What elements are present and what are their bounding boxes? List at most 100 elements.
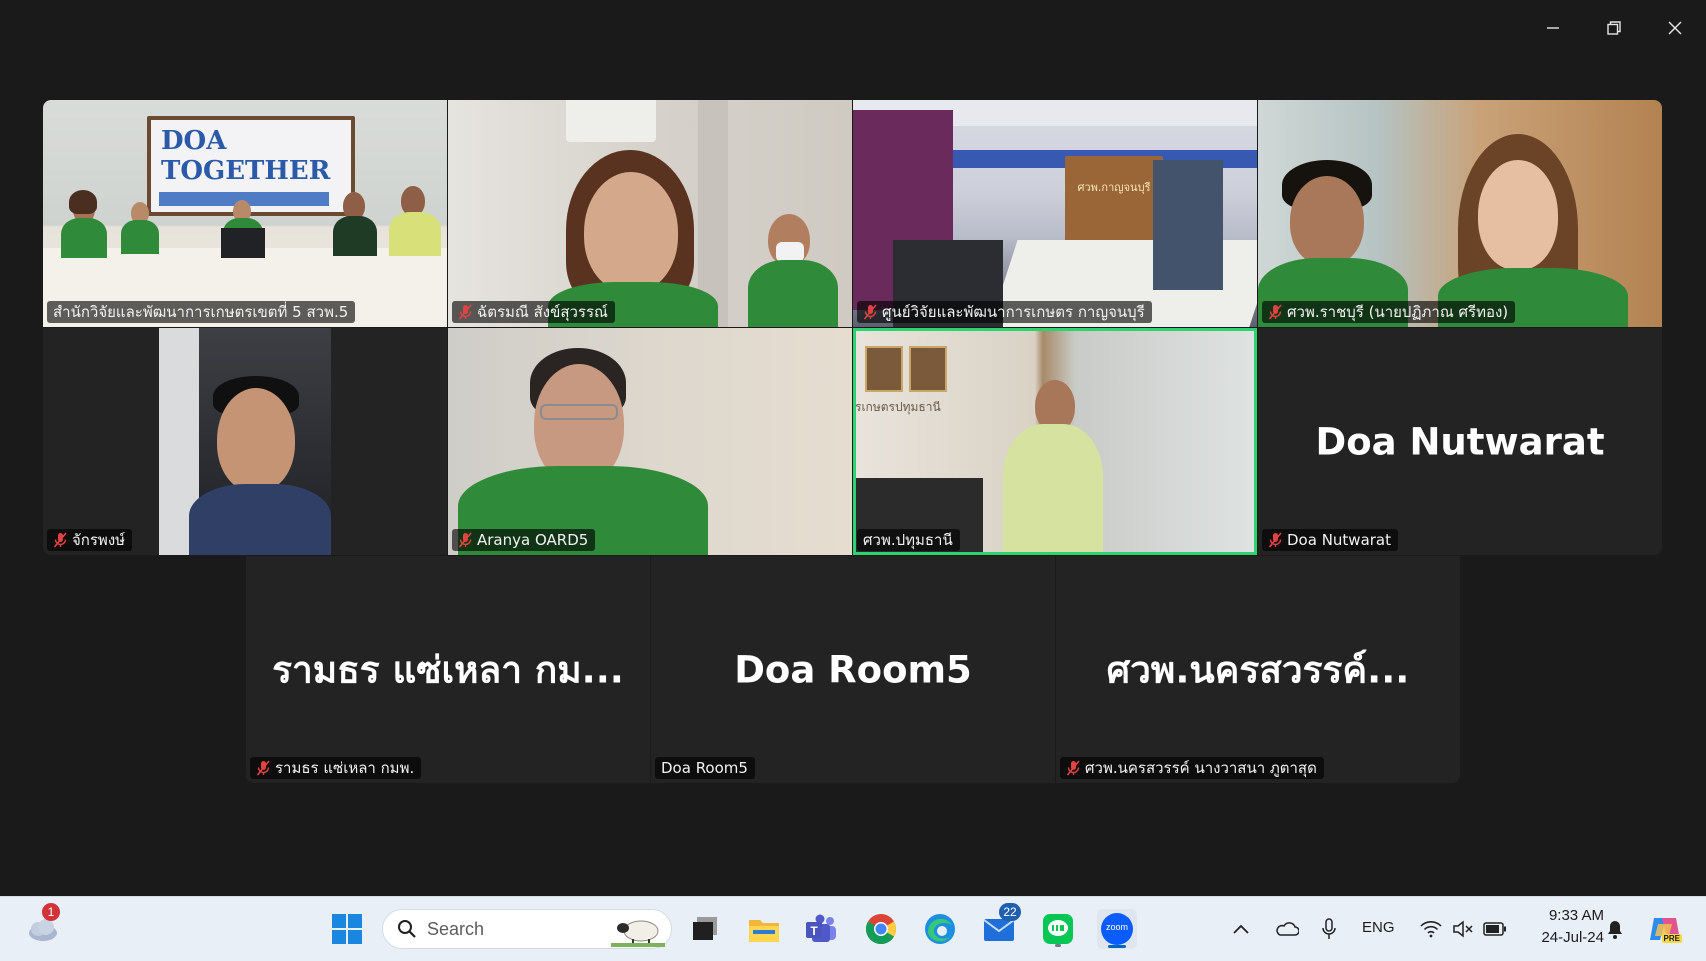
edge-button[interactable]: [920, 909, 960, 949]
participant-name-tag: ศวพ.ราชบุรี (นายปฏิภาณ ศรีทอง): [1262, 301, 1516, 323]
participant-display-name: ศวพ.นครสวรรค์...: [1106, 648, 1410, 691]
file-explorer-icon: [749, 920, 779, 942]
video-tile[interactable]: ฉัตรมณี สังข์สุวรรณ์: [448, 100, 852, 327]
active-speaker-border: [853, 328, 1257, 555]
participant-name: Doa Room5: [661, 759, 748, 777]
video-tile[interactable]: ศวพ.นครสวรรค์... ศวพ.นครสวรรค์ นางวาสนา …: [1056, 556, 1460, 783]
input-language-indicator[interactable]: ENG: [1362, 919, 1395, 936]
video-tile[interactable]: DOA TOGETHER สำนักวิจัยและพัฒนาการเกษตรเ…: [43, 100, 447, 327]
participant-display-name: Doa Nutwarat: [1315, 420, 1605, 463]
wall-poster: DOA TOGETHER: [147, 116, 355, 216]
wall-sign: ศวพ.กาญจนบุรี: [1077, 181, 1151, 194]
line-button[interactable]: [1038, 909, 1078, 949]
task-view-button[interactable]: [685, 909, 725, 949]
clock-date: 24-Jul-24: [1541, 929, 1604, 946]
participant-video: [448, 328, 852, 555]
participant-video: [448, 100, 852, 327]
mic-muted-icon: [458, 304, 472, 320]
bell-icon: [1608, 921, 1622, 939]
clock[interactable]: 9:33 AM 24-Jul-24: [1520, 905, 1610, 953]
onedrive-cloud-icon: [1276, 922, 1299, 936]
participant-name-tag: รามธร แซ่เหลา กมพ.: [250, 757, 422, 779]
chevron-up-icon: [1233, 924, 1249, 934]
participant-name: ศวพ.นครสวรรค์ นางวาสนา ภูตาสุด: [1085, 759, 1317, 777]
running-indicator: [1055, 944, 1061, 947]
battery-icon: [1483, 922, 1506, 936]
mail-button[interactable]: 22: [979, 903, 1021, 949]
participant-display-name: Doa Room5: [734, 648, 972, 691]
participant-display-name: รามธร แซ่เหลา กม...: [272, 648, 624, 691]
video-tile[interactable]: Aranya OARD5: [448, 328, 852, 555]
volume-button[interactable]: [1448, 909, 1478, 949]
zoom-button[interactable]: zoom: [1097, 909, 1137, 949]
video-tile[interactable]: Doa Nutwarat Doa Nutwarat: [1258, 328, 1662, 555]
active-app-indicator: [1108, 945, 1126, 948]
search-highlight-sheep-icon: [611, 920, 665, 947]
battery-button[interactable]: [1480, 909, 1510, 949]
participant-name: ศูนย์วิจัยและพัฒนาการเกษตร กาญจนบุรี: [882, 303, 1145, 321]
taskbar-search-box[interactable]: Search: [382, 909, 672, 949]
close-icon: [1668, 21, 1682, 35]
participant-name-tag: Aranya OARD5: [452, 529, 596, 551]
video-tile-active-speaker[interactable]: รเกษตรปทุมธานี ศวพ.ปทุมธานี: [853, 328, 1257, 555]
notifications-button[interactable]: [1598, 909, 1632, 949]
line-icon: [1043, 914, 1073, 944]
mic-muted-icon: [1066, 760, 1080, 776]
file-explorer-button[interactable]: [744, 909, 784, 949]
participant-name: จักรพงษ์: [72, 531, 126, 549]
participant-name: ฉัตรมณี สังข์สุวรรณ์: [477, 303, 608, 321]
minimize-icon: [1547, 27, 1559, 29]
video-tile[interactable]: Doa Room5 Doa Room5: [651, 556, 1055, 783]
restore-icon: [1607, 21, 1621, 35]
participant-name: Doa Nutwarat: [1287, 531, 1391, 549]
participant-name-tag: จักรพงษ์: [47, 529, 133, 551]
weather-widget[interactable]: 1: [22, 903, 62, 949]
mic-muted-icon: [863, 304, 877, 320]
restore-button[interactable]: [1592, 10, 1636, 46]
unread-mail-badge: 22: [999, 903, 1021, 921]
participant-name-tag: ศวพ.นครสวรรค์ นางวาสนา ภูตาสุด: [1060, 757, 1324, 779]
mic-muted-icon: [1268, 304, 1282, 320]
mic-muted-icon: [256, 760, 270, 776]
start-button[interactable]: [327, 909, 367, 949]
participant-video: [43, 328, 447, 555]
mic-muted-icon: [458, 532, 472, 548]
participant-video: DOA TOGETHER: [43, 100, 447, 327]
participant-name-tag: Doa Room5: [655, 757, 755, 779]
poster-title: DOA TOGETHER: [161, 126, 331, 186]
video-tile[interactable]: รามธร แซ่เหลา กม... รามธร แซ่เหลา กมพ.: [246, 556, 650, 783]
clock-time: 9:33 AM: [1548, 907, 1604, 924]
mic-muted-icon: [1268, 532, 1282, 548]
show-hidden-icons-button[interactable]: [1226, 909, 1256, 949]
video-tile[interactable]: ศวพ.ราชบุรี (นายปฏิภาณ ศรีทอง): [1258, 100, 1662, 327]
teams-button[interactable]: T: [802, 909, 842, 949]
notification-badge: 1: [42, 903, 60, 921]
search-placeholder: Search: [427, 918, 485, 939]
participant-name: Aranya OARD5: [477, 531, 589, 549]
zoom-icon-label: zoom: [1105, 922, 1128, 932]
participant-name-tag: ฉัตรมณี สังข์สุวรรณ์: [452, 301, 615, 323]
chrome-icon: [865, 914, 897, 945]
windows-start-icon: [332, 914, 362, 944]
search-icon: [398, 920, 416, 938]
participant-name: ศวพ.ราชบุรี (นายปฏิภาณ ศรีทอง): [1287, 303, 1509, 321]
onedrive-button[interactable]: [1270, 909, 1304, 949]
svg-text:T: T: [810, 924, 818, 938]
edge-icon: [925, 914, 955, 944]
wifi-button[interactable]: [1416, 909, 1446, 949]
copilot-button[interactable]: PRE: [1644, 909, 1684, 949]
chrome-button[interactable]: [861, 909, 901, 949]
minimize-button[interactable]: [1531, 10, 1575, 46]
participant-name-tag: สำนักวิจัยและพัฒนาการเกษตรเขตที่ 5 สวพ.5: [47, 301, 356, 323]
participant-name: สำนักวิจัยและพัฒนาการเกษตรเขตที่ 5 สวพ.5: [53, 303, 349, 321]
participant-name-tag: ศูนย์วิจัยและพัฒนาการเกษตร กาญจนบุรี: [857, 301, 1152, 323]
video-tile[interactable]: ศวพ.กาญจนบุรี ศูนย์วิจัยและพัฒนาการเกษตร…: [853, 100, 1257, 327]
mic-muted-icon: [53, 532, 67, 548]
participant-video: [1258, 100, 1662, 327]
taskbar: 1 Search T 22 zoom ENG 9:33 AM 24-Jul-24…: [0, 896, 1706, 961]
microphone-button[interactable]: [1314, 909, 1344, 949]
volume-muted-icon: [1453, 920, 1473, 938]
microphone-icon: [1322, 918, 1336, 939]
close-button[interactable]: [1653, 10, 1697, 46]
video-tile[interactable]: จักรพงษ์: [43, 328, 447, 555]
